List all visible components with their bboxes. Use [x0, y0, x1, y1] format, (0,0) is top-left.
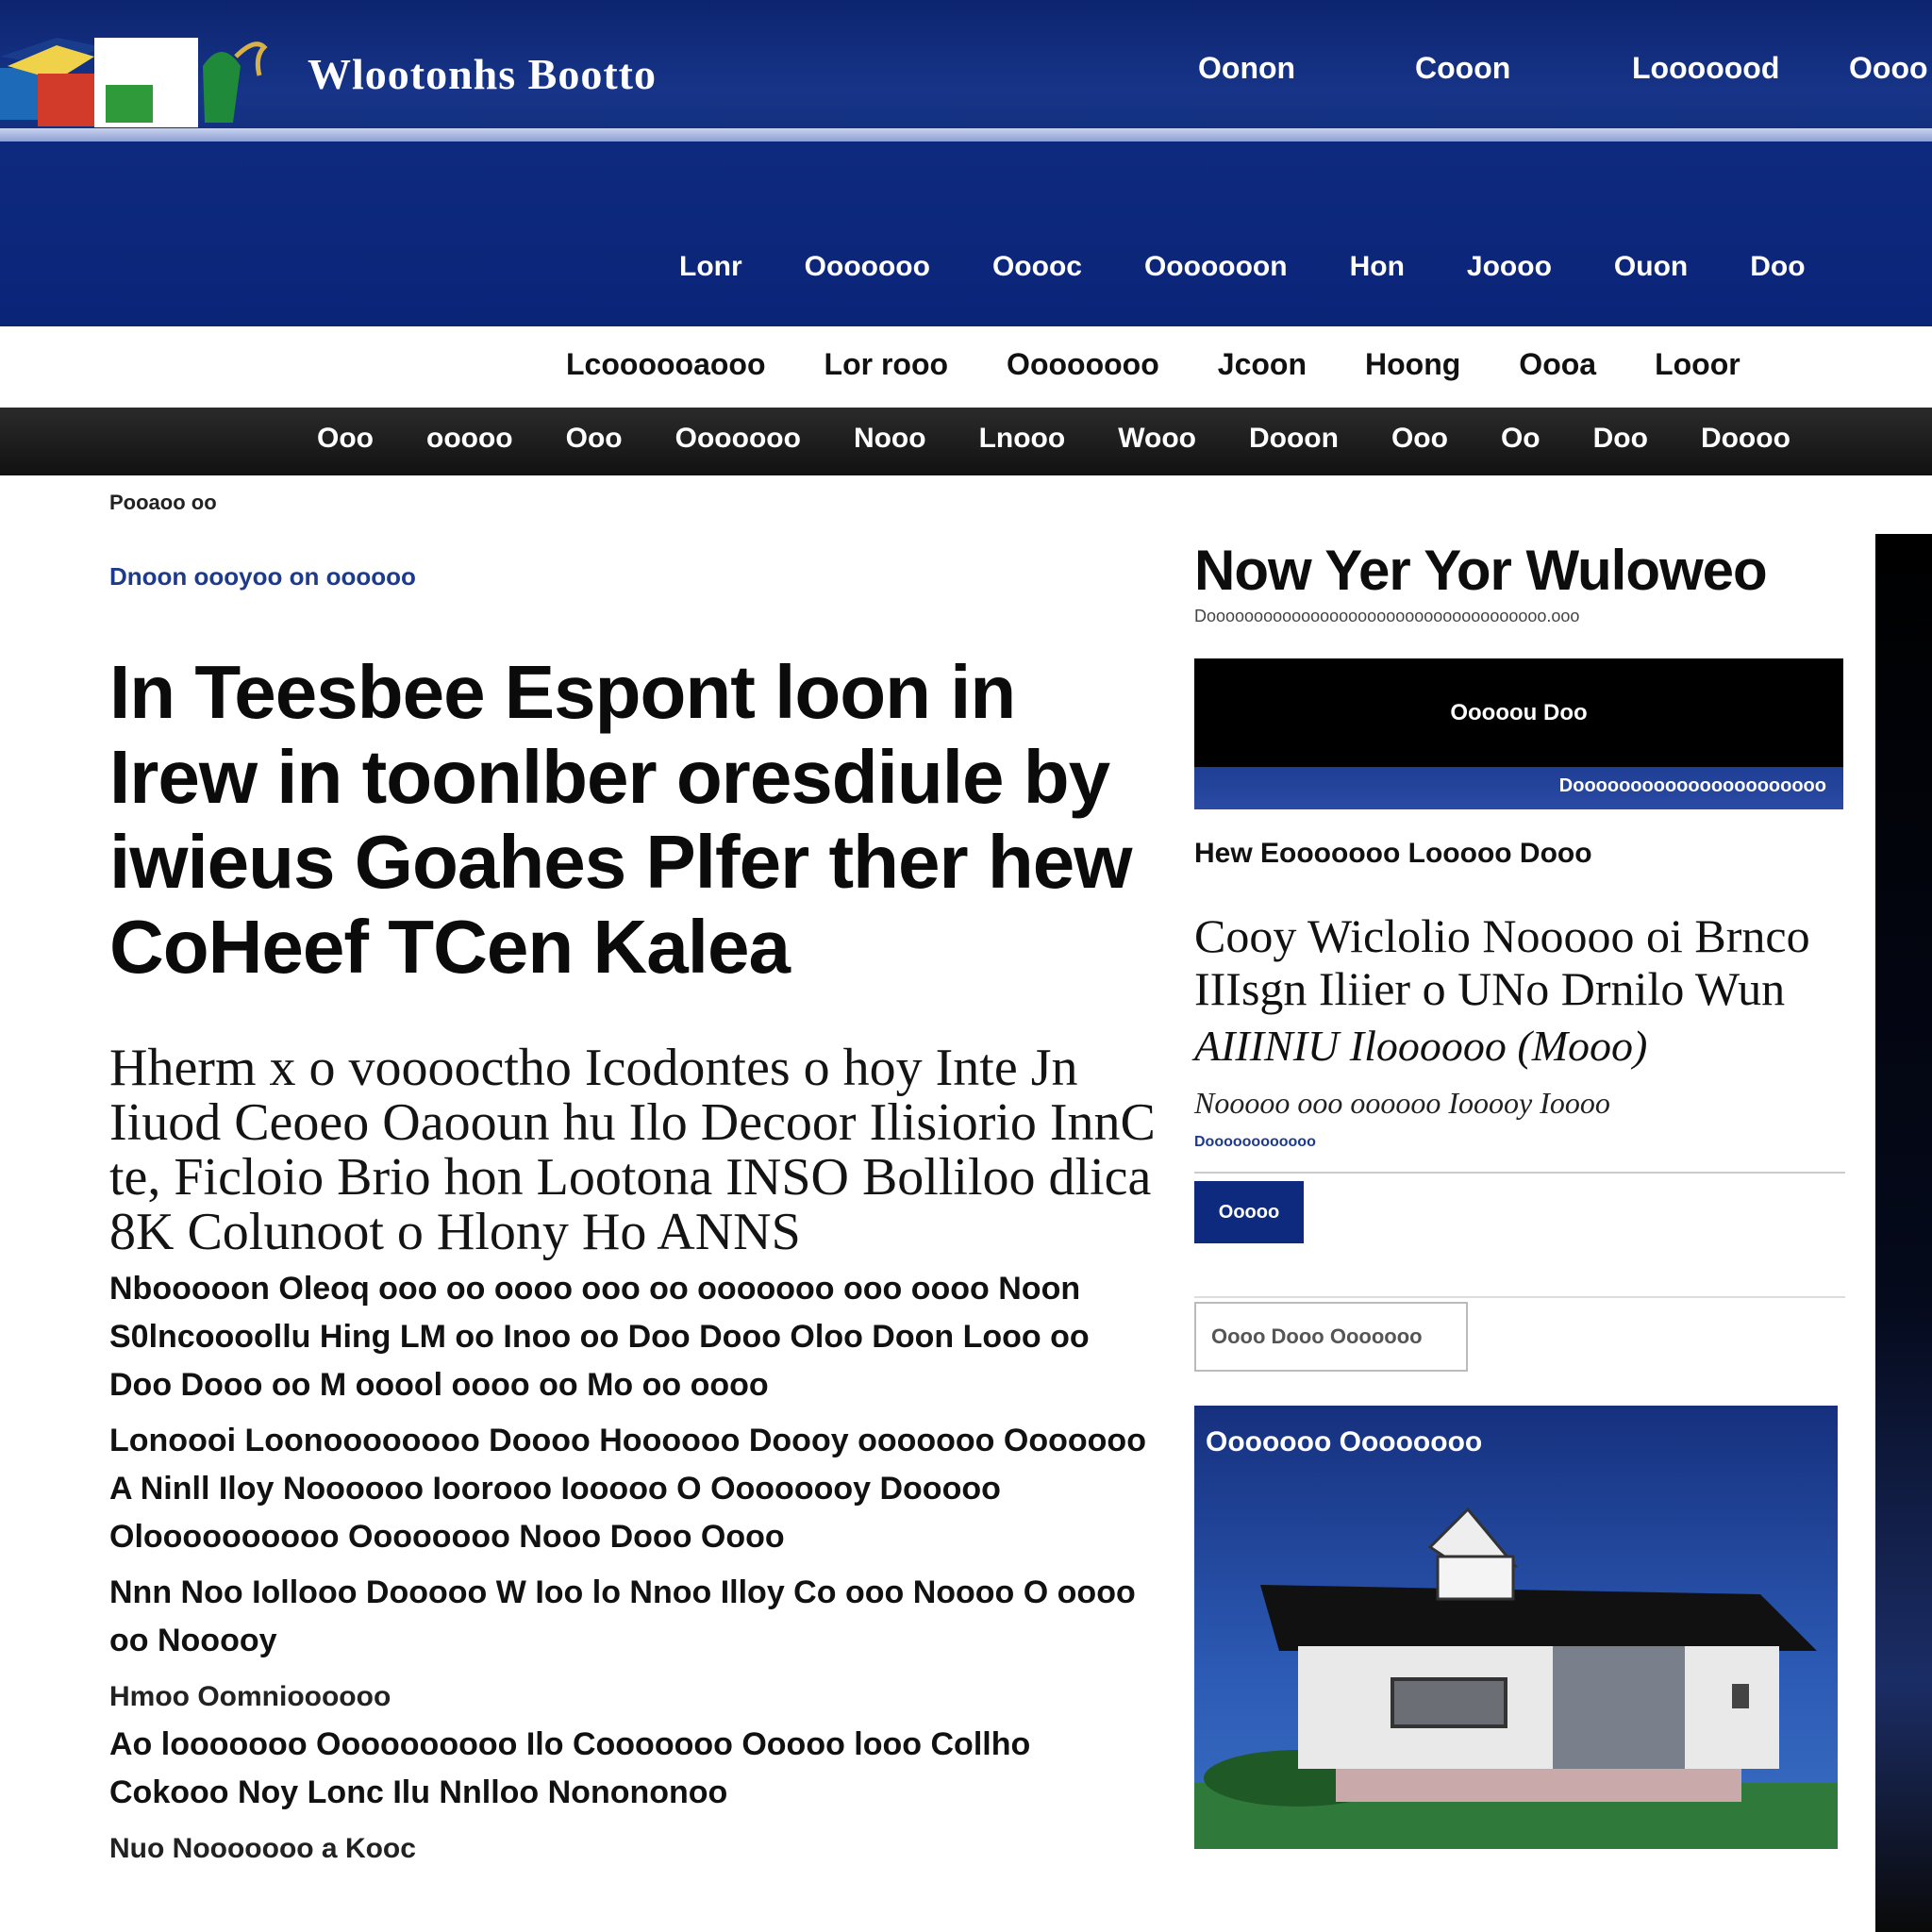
sidebar-banner[interactable]: Ooooou Doo Doooooooooooooooooooooo [1194, 658, 1843, 809]
main-nav-item[interactable]: Ouon [1614, 251, 1688, 283]
sidebar: Now Yer Yor Wuloweo Dooooooooooooooooooo… [1194, 538, 1845, 1849]
main-nav-item[interactable]: Hon [1350, 251, 1405, 283]
main-nav-item[interactable]: Doo [1750, 251, 1805, 283]
article-headline: In Teesbee Espont loon in Irew in toonlb… [109, 650, 1132, 989]
article-paragraph: Lonoooi Loonoooooooo Doooo Hoooooo Doooy… [109, 1423, 1146, 1555]
sidebar-tags[interactable]: Doooooooooooo [1194, 1134, 1845, 1151]
main-nav-item[interactable]: Ooooooon [1144, 251, 1288, 283]
section-nav-item[interactable]: Ooo [566, 423, 623, 455]
sidebar-story-byline: AIIINIU Iloooooo (Mooo) [1194, 1022, 1648, 1070]
page-edge-decoration [1875, 534, 1932, 1932]
site-logo[interactable] [0, 28, 302, 132]
section-nav-item[interactable]: Oo [1501, 423, 1541, 455]
sidebar-button[interactable]: Ooooo [1194, 1181, 1304, 1243]
article: Pooaoo oo Dnoon oooyoo on oooooo In Tees… [109, 491, 1157, 1873]
main-nav-item[interactable]: Lonr [679, 251, 742, 283]
article-lede: Hherm x o vooooctho Icodontes o hoy Inte… [109, 1039, 1156, 1261]
sub-nav-item[interactable]: Lor rooo [824, 347, 949, 382]
sidebar-promo[interactable]: Ooooooo Oooooooo [1194, 1406, 1838, 1849]
sub-nav-item[interactable]: Oooooooo [1007, 347, 1159, 382]
top-nav-item[interactable]: Looooood [1632, 51, 1849, 86]
site-name[interactable]: Wlootonhs Bootto [308, 49, 657, 99]
sub-nav-item[interactable]: Oooa [1519, 347, 1596, 382]
sidebar-search-input[interactable]: Oooo Dooo Ooooooo [1194, 1302, 1468, 1372]
sub-nav: Lcoooooaooo Lor rooo Oooooooo Jcoon Hoon… [0, 326, 1932, 408]
top-nav: Oonon Cooon Looooood Oooo [1198, 51, 1932, 86]
article-body: Nbooooon Oleoq ooo oo oooo ooo oo oooooo… [109, 1265, 1157, 1873]
top-nav-item[interactable]: Cooon [1415, 51, 1632, 86]
top-nav-item[interactable]: Oonon [1198, 51, 1415, 86]
main-nav-item[interactable]: Ooooooo [805, 251, 930, 283]
sub-nav-item[interactable]: Hoong [1365, 347, 1460, 382]
section-nav-item[interactable]: Doooo [1701, 423, 1790, 455]
sidebar-subtitle: Doooooooooooooooooooooooooooooooooooo.oo… [1194, 607, 1580, 625]
section-nav-item[interactable]: Ooo [317, 423, 374, 455]
top-nav-item[interactable]: Oooo [1849, 51, 1932, 86]
article-paragraph: Ao looooooo Oooooooooo Ilo Cooooooo Oooo… [109, 1726, 1031, 1810]
article-paragraph: Nbooooon Oleoq ooo oo oooo ooo oo oooooo… [109, 1271, 1090, 1403]
main-nav-item[interactable]: Joooo [1467, 251, 1552, 283]
section-nav-item[interactable]: Doo [1593, 423, 1648, 455]
sidebar-banner-subtitle: Doooooooooooooooooooooo [1558, 775, 1826, 796]
sub-nav-item[interactable]: Looor [1655, 347, 1740, 382]
main-nav-band: Lonr Ooooooo Ooooc Ooooooon Hon Joooo Ou… [0, 142, 1932, 326]
article-footer-note: Nuo Nooooooo a Kooc [109, 1833, 416, 1864]
section-nav: Ooo ooooo Ooo Ooooooo Nooo Lnooo Wooo Do… [0, 408, 1932, 475]
article-kicker[interactable]: Dnoon oooyoo on oooooo [109, 562, 1157, 591]
section-nav-item[interactable]: Ooooooo [675, 423, 801, 455]
main-nav: Lonr Ooooooo Ooooc Ooooooon Hon Joooo Ou… [679, 251, 1868, 283]
section-nav-item[interactable]: Nooo [854, 423, 926, 455]
sidebar-divider [1194, 1296, 1845, 1298]
main-nav-item[interactable]: Ooooc [992, 251, 1082, 283]
section-nav-item[interactable]: Lnooo [979, 423, 1066, 455]
section-nav-item[interactable]: Dooon [1249, 423, 1339, 455]
section-nav-item[interactable]: ooooo [426, 423, 513, 455]
section-nav-item[interactable]: Ooo [1391, 423, 1448, 455]
sidebar-banner-title: Ooooou Doo [1450, 700, 1588, 725]
breadcrumb[interactable]: Pooaoo oo [109, 491, 1157, 515]
sidebar-divider [1194, 1172, 1845, 1174]
house-image [1194, 1507, 1838, 1849]
sidebar-story-headline[interactable]: Cooy Wiclolio Nooooo oi Brnco IIIsgn Ili… [1194, 909, 1845, 1015]
header-divider [0, 128, 1932, 142]
article-paragraph: Nnn Noo Iollooo Dooooo W Ioo lo Nnoo Ill… [109, 1574, 1136, 1658]
sidebar-title[interactable]: Now Yer Yor Wuloweo [1194, 538, 1845, 603]
sidebar-story-meta: Nooooo ooo oooooo Iooooy Ioooo [1194, 1086, 1610, 1120]
site-header: Wlootonhs Bootto Oonon Cooon Looooood Oo… [0, 0, 1932, 142]
sub-nav-item[interactable]: Lcoooooaooo [566, 347, 766, 382]
sidebar-section-label: Hew Eooooooo Looooo Dooo [1194, 838, 1592, 869]
article-dateline: Hmoo Oomnioooooo [109, 1681, 391, 1712]
sub-nav-item[interactable]: Jcoon [1218, 347, 1307, 382]
section-nav-item[interactable]: Wooo [1118, 423, 1196, 455]
